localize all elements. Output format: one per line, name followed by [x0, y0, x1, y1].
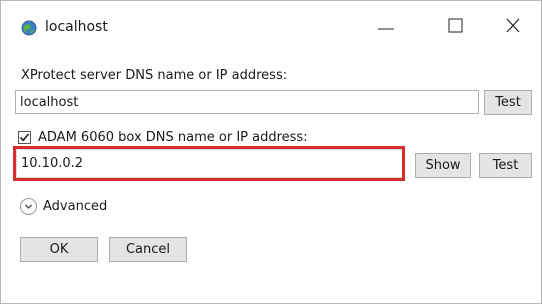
advanced-expander-label[interactable]: Advanced [43, 199, 107, 214]
adam-test-button[interactable]: Test [479, 153, 532, 178]
minimize-button[interactable] [372, 14, 400, 38]
dialog-window: localhost XProtect server DNS name or IP… [0, 0, 542, 304]
title-bar[interactable]: localhost [1, 1, 541, 43]
server-test-button[interactable]: Test [484, 90, 532, 115]
ok-button[interactable]: OK [20, 237, 98, 262]
chevron-down-icon[interactable] [20, 198, 37, 215]
server-address-input[interactable]: localhost [15, 90, 479, 114]
highlight-frame [13, 146, 405, 181]
window-title: localhost [45, 19, 108, 35]
server-address-label: XProtect server DNS name or IP address: [21, 68, 288, 83]
adam-enable-checkbox[interactable] [18, 131, 31, 144]
maximize-button[interactable] [441, 14, 469, 38]
server-address-value: localhost [20, 95, 79, 110]
show-button[interactable]: Show [415, 153, 471, 178]
globe-icon [21, 20, 37, 36]
adam-address-label: ADAM 6060 box DNS name or IP address: [38, 130, 308, 145]
close-button[interactable] [499, 14, 527, 38]
cancel-button[interactable]: Cancel [109, 237, 187, 262]
checkmark-icon [19, 133, 30, 142]
